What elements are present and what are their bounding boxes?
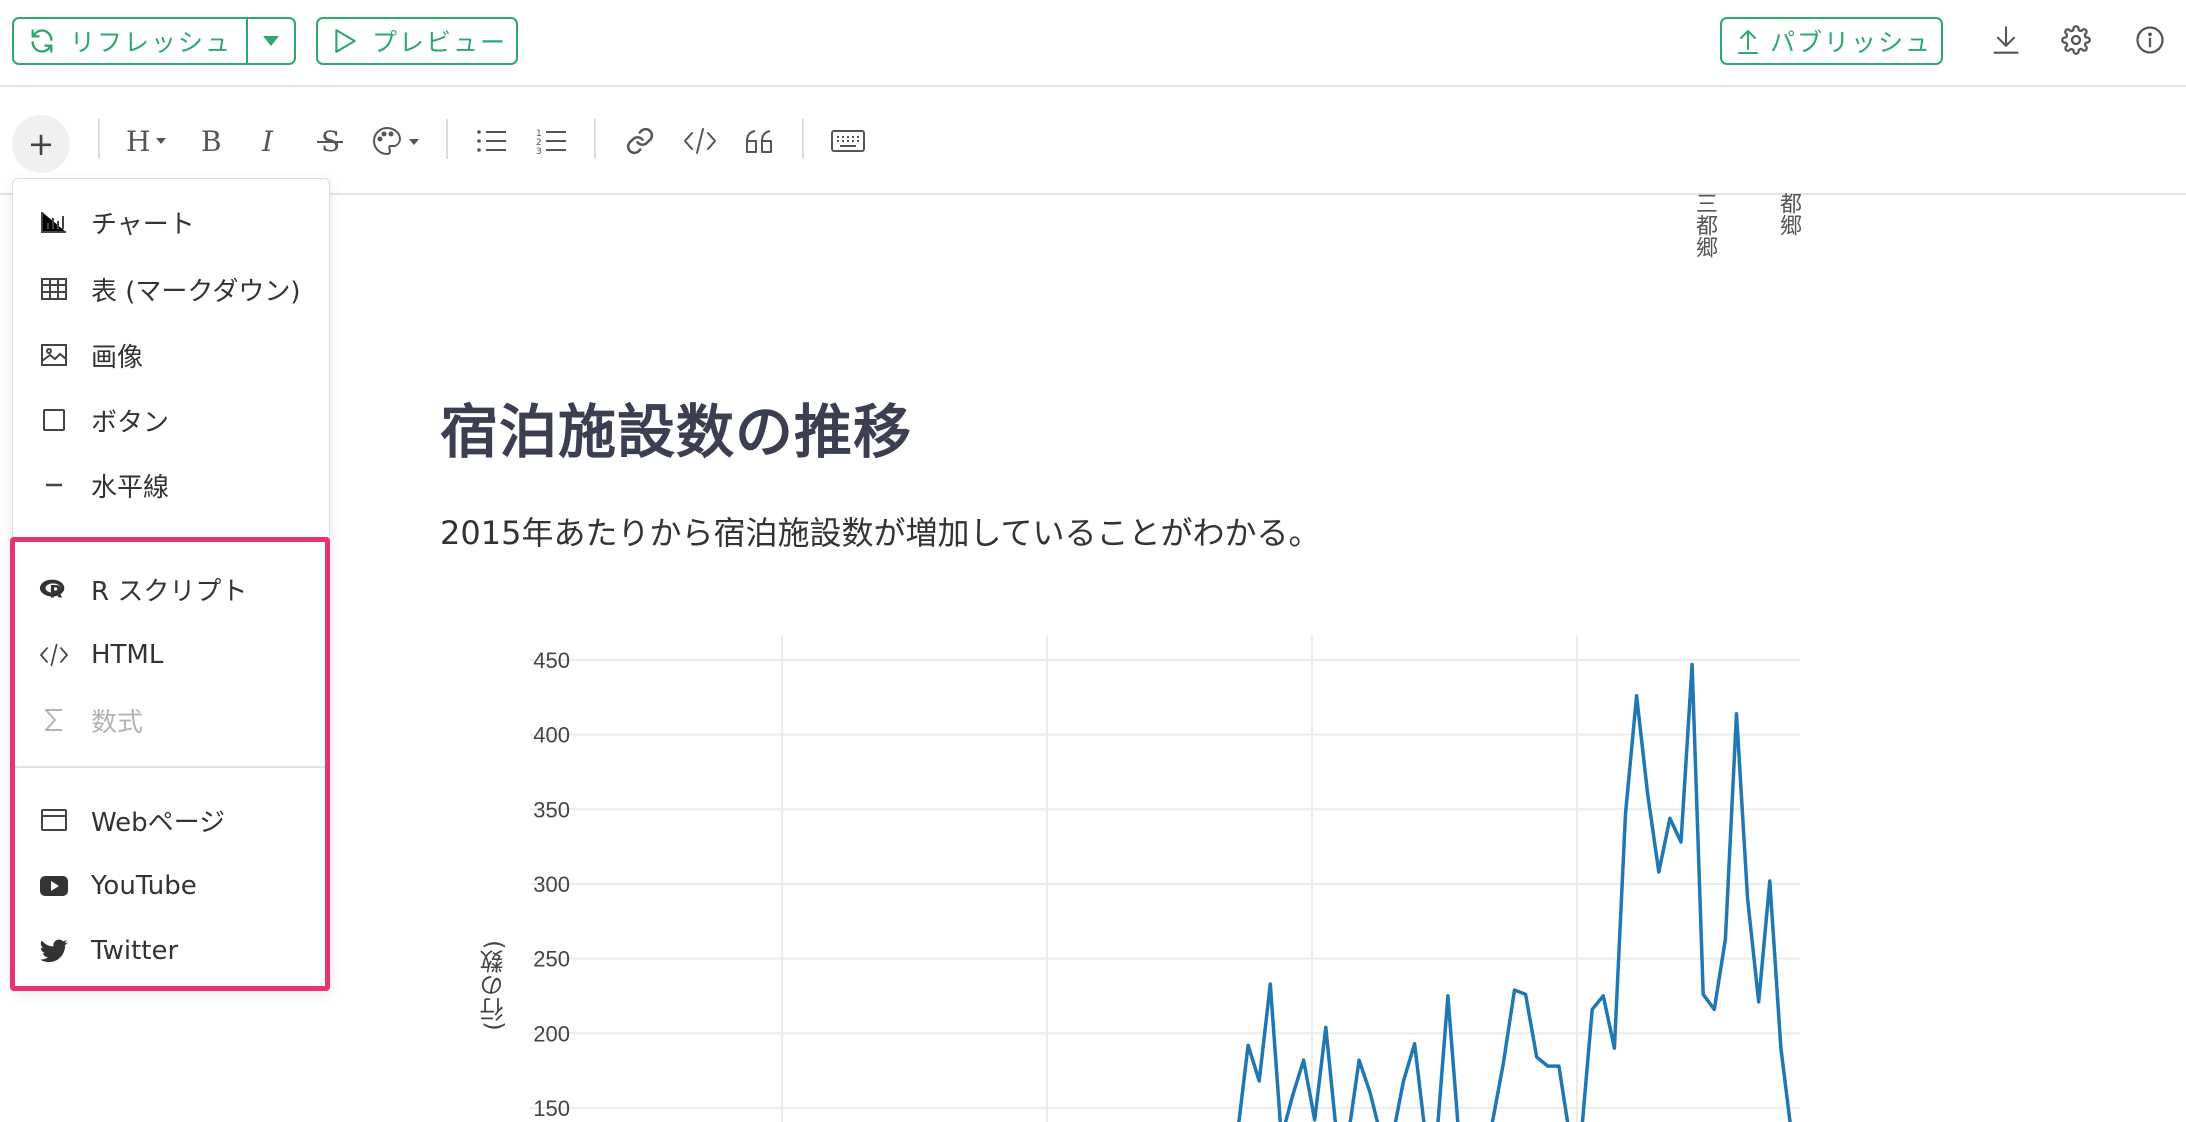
y-tick-label: 350 xyxy=(533,797,570,822)
palette-icon[interactable] xyxy=(370,119,426,163)
upload-icon xyxy=(1738,30,1758,54)
info-icon[interactable] xyxy=(2132,22,2168,58)
refresh-button[interactable]: リフレッシュ xyxy=(14,19,248,63)
refresh-label: リフレッシュ xyxy=(70,28,233,57)
toolbar-divider xyxy=(446,119,448,159)
menu-item-label: ボタン xyxy=(91,407,170,438)
publish-label: パブリッシュ xyxy=(1770,28,1933,57)
series-line xyxy=(1237,662,1792,1122)
y-tick-label: 250 xyxy=(533,947,570,972)
menu-item-horizontal-rule[interactable]: 水平線 xyxy=(13,459,329,511)
menu-item-image[interactable]: 画像 xyxy=(13,329,329,381)
bar-chart-icon xyxy=(39,207,69,237)
gear-icon[interactable] xyxy=(2058,22,2094,58)
y-tick-label: 300 xyxy=(533,872,570,897)
bold-icon[interactable]: B xyxy=(188,119,232,163)
strikethrough-icon[interactable]: S xyxy=(308,119,352,163)
menu-item-chart[interactable]: チャート xyxy=(13,196,329,248)
refresh-icon xyxy=(31,29,53,53)
y-tick-label: 200 xyxy=(533,1021,570,1046)
bullet-list-icon[interactable] xyxy=(470,119,514,163)
publish-button[interactable]: パブリッシュ xyxy=(1720,17,1943,65)
refresh-button-group: リフレッシュ xyxy=(12,17,296,65)
play-icon xyxy=(335,29,356,53)
svg-text:B: B xyxy=(201,126,222,156)
rotated-axis-label: 都郷 xyxy=(1776,192,1801,236)
keyboard-icon[interactable] xyxy=(826,119,870,163)
quote-icon[interactable] xyxy=(738,119,782,163)
highlight-frame xyxy=(10,537,330,991)
top-bar: リフレッシュ プレビュー パブリッシュ xyxy=(0,0,2186,87)
preview-label: プレビュー xyxy=(372,28,508,57)
download-icon[interactable] xyxy=(1988,22,2024,58)
menu-item-label: チャート xyxy=(91,209,195,240)
caret-down-icon xyxy=(263,36,279,46)
rotated-axis-label: 三都郷 xyxy=(1692,192,1717,258)
insert-plus-button[interactable]: + xyxy=(12,115,70,173)
svg-text:I: I xyxy=(261,126,274,156)
document-title: 宿泊施設数の推移 xyxy=(440,398,913,466)
toolbar-divider xyxy=(98,119,100,159)
svg-text:3: 3 xyxy=(536,147,542,155)
y-tick-label: 450 xyxy=(533,648,570,673)
square-icon xyxy=(39,405,69,435)
menu-item-label: 表 (マークダウン) xyxy=(91,276,301,307)
table-icon xyxy=(39,274,69,304)
refresh-dropdown-button[interactable] xyxy=(248,19,294,63)
numbered-list-icon[interactable]: 123 xyxy=(530,119,574,163)
menu-item-label: 水平線 xyxy=(91,472,170,503)
horizontal-line-icon xyxy=(39,470,69,500)
menu-item-label: 画像 xyxy=(91,342,144,373)
heading-icon[interactable]: H xyxy=(122,119,176,163)
svg-text:H: H xyxy=(126,126,150,156)
preview-button[interactable]: プレビュー xyxy=(316,17,518,65)
document-paragraph: 2015年あたりから宿泊施設数が増加していることがわかる。 xyxy=(440,514,1321,552)
menu-item-markdown-table[interactable]: 表 (マークダウン) xyxy=(13,263,329,315)
link-icon[interactable] xyxy=(618,119,662,163)
italic-icon[interactable]: I xyxy=(248,119,292,163)
y-tick-label: 150 xyxy=(533,1096,570,1121)
toolbar-divider xyxy=(802,119,804,159)
image-icon xyxy=(39,340,69,370)
line-chart: 150 200 250 300 350 400 450 xyxy=(530,635,1800,1122)
code-icon[interactable] xyxy=(678,119,722,163)
y-tick-label: 400 xyxy=(533,723,570,748)
toolbar-divider xyxy=(594,119,596,159)
menu-item-button[interactable]: ボタン xyxy=(13,394,329,446)
